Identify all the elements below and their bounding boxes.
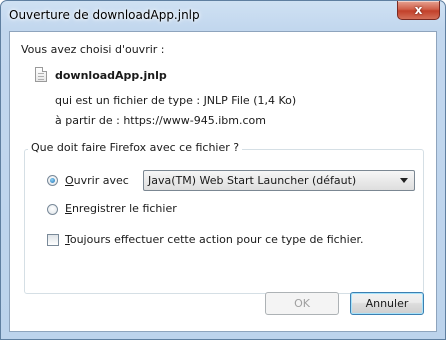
application-select[interactable]: Java(TM) Web Start Launcher (défaut) — [143, 170, 415, 191]
dialog-content: Vous avez choisi d'ouvrir : downloadApp.… — [9, 31, 437, 332]
save-file-radio[interactable] — [47, 204, 58, 215]
close-button[interactable]: x — [397, 1, 440, 20]
window-title: Ouverture de downloadApp.jnlp — [9, 8, 200, 22]
file-icon — [35, 67, 47, 82]
always-do-this-label[interactable]: Toujours effectuer cette action pour ce … — [65, 233, 363, 246]
file-type-line: qui est un fichier de type : JNLP File (… — [55, 94, 297, 107]
cancel-button[interactable]: Annuler — [350, 292, 424, 315]
ok-button[interactable]: OK — [265, 292, 339, 315]
open-with-label-text: uvrir avec — [73, 174, 129, 187]
chevron-down-icon — [400, 178, 408, 183]
save-file-label[interactable]: Enregistrer le fichier — [65, 202, 177, 215]
intro-text: Vous avez choisi d'ouvrir : — [21, 43, 165, 56]
save-file-accesskey: E — [65, 202, 72, 215]
save-file-label-text: nregistrer le fichier — [71, 202, 177, 215]
file-source-line: à partir de : https://www-945.ibm.com — [55, 114, 266, 127]
action-group-legend: Que doit faire Firefox avec ce fichier ? — [28, 141, 243, 154]
always-do-this-checkbox[interactable] — [47, 234, 59, 246]
title-bar[interactable]: Ouverture de downloadApp.jnlp x — [1, 1, 445, 29]
close-icon: x — [414, 3, 423, 17]
dialog-window: Ouverture de downloadApp.jnlp x Vous ave… — [0, 0, 446, 340]
open-with-label[interactable]: Ouvrir avec — [65, 174, 129, 187]
always-do-this-label-text: oujours effectuer cette action pour ce t… — [69, 233, 364, 246]
file-name: downloadApp.jnlp — [55, 69, 167, 82]
application-select-value: Java(TM) Web Start Launcher (défaut) — [148, 174, 357, 187]
open-with-radio[interactable] — [47, 175, 58, 186]
open-with-accesskey: O — [65, 174, 74, 187]
